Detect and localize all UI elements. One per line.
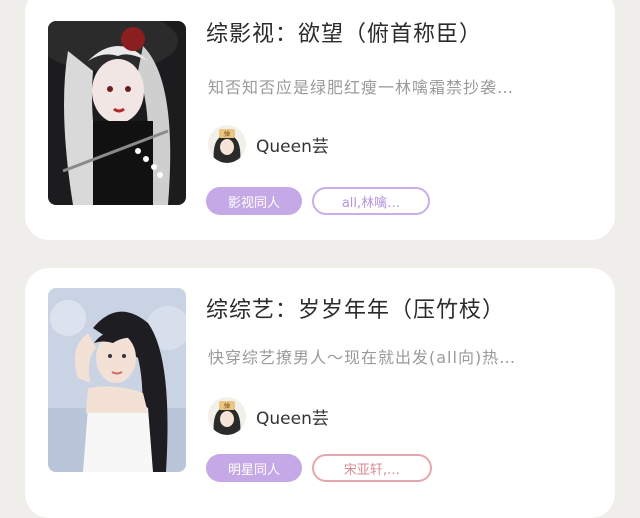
character-tag[interactable]: 宋亚轩,… [312,454,432,482]
novel-card[interactable]: 综影视：欲望（俯首称臣） 知否知否应是绿肥红瘦一林噙霜禁抄袭… 弹 Queen芸… [25,0,615,240]
tag-list: 影视同人 all,林噙… [206,187,430,215]
category-tag[interactable]: 影视同人 [206,187,302,215]
author-name[interactable]: Queen芸 [256,132,329,157]
author-row[interactable]: 弹 Queen芸 [208,124,329,164]
character-tag[interactable]: all,林噙… [312,187,430,215]
book-cover-image[interactable] [48,288,186,472]
novel-title[interactable]: 综影视：欲望（俯首称臣） [206,16,482,48]
book-cover-image[interactable] [48,21,186,205]
avatar-sign-text: 弹 [224,402,230,410]
category-tag[interactable]: 明星同人 [206,454,302,482]
avatar[interactable]: 弹 [208,397,246,435]
novel-description: 知否知否应是绿肥红瘦一林噙霜禁抄袭… [208,78,515,97]
tag-list: 明星同人 宋亚轩,… [206,454,432,482]
author-row[interactable]: 弹 Queen芸 [208,396,329,436]
avatar[interactable]: 弹 [208,125,246,163]
novel-card[interactable]: 综综艺：岁岁年年（压竹枝） 快穿综艺撩男人～现在就出发(all向)热… 弹 Qu… [25,268,615,518]
novel-description: 快穿综艺撩男人～现在就出发(all向)热… [208,348,517,367]
avatar-sign-text: 弹 [224,130,230,138]
author-name[interactable]: Queen芸 [256,404,329,429]
novel-title[interactable]: 综综艺：岁岁年年（压竹枝） [206,292,505,324]
